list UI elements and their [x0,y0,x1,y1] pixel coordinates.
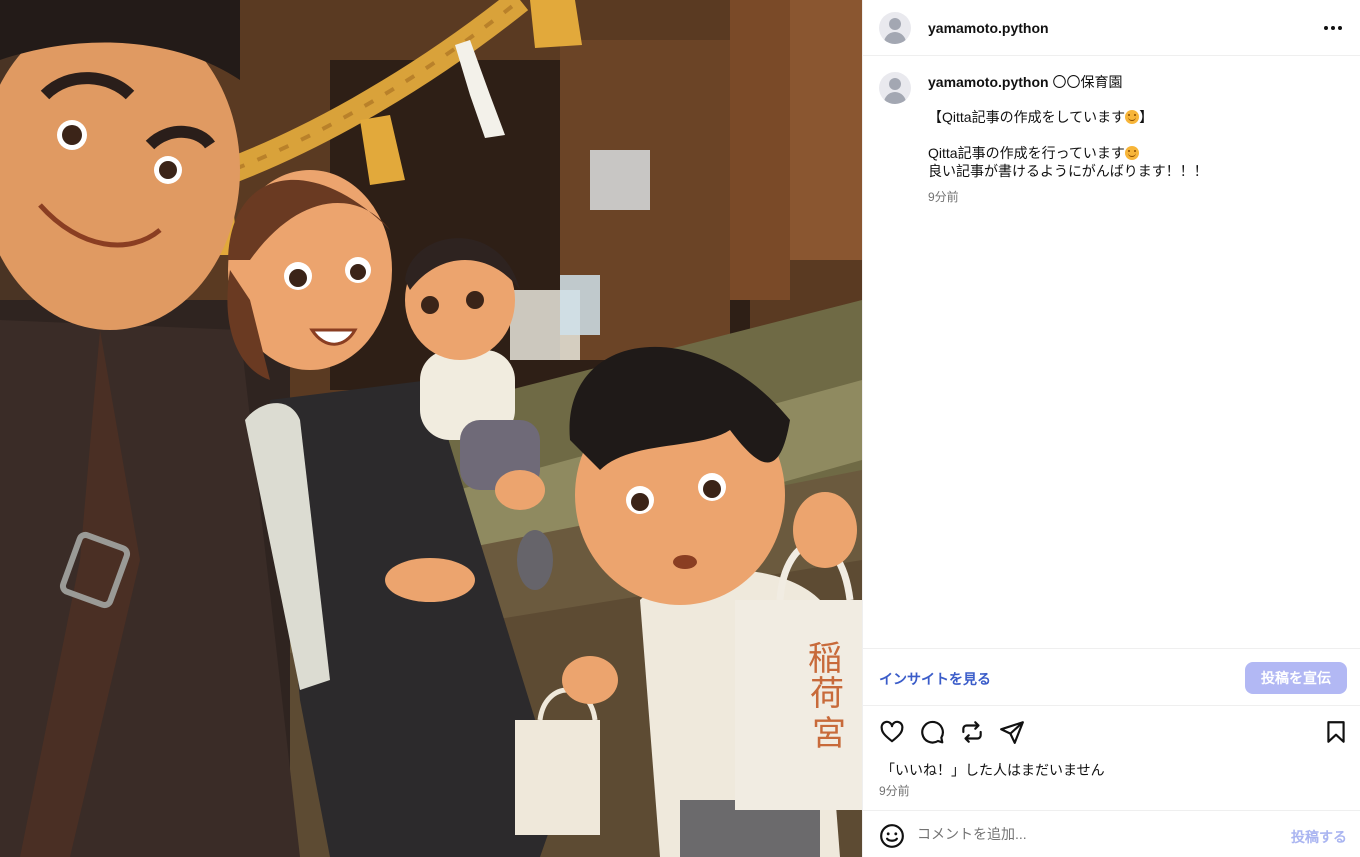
caption-line-2: Qitta記事の作成を行っています [928,145,1125,161]
promote-post-button[interactable]: 投稿を宣伝 [1245,662,1347,694]
smiling-face-emoji-icon [1125,110,1140,124]
emoji-picker-icon[interactable] [879,823,905,849]
post-caption: yamamoto.python 〇〇保育園 【Qitta記事の作成をしています】… [879,72,1349,205]
view-insights-link[interactable]: インサイトを見る [879,669,991,689]
post-comment-button[interactable]: 投稿する [1291,827,1347,847]
caption-line-1-end: 】 [1139,109,1154,125]
caption-line-3: 良い記事が書けるようにがんばります！！！ [928,163,1208,179]
svg-text:荷: 荷 [810,674,844,714]
svg-text:稲: 稲 [808,639,842,679]
caption-username[interactable]: yamamoto.python [928,74,1049,90]
caption-timestamp[interactable]: 9分前 [928,188,1338,205]
svg-text:宮: 宮 [812,714,846,754]
caption-location[interactable]: 〇〇保育園 [1052,74,1122,90]
share-icon[interactable] [999,719,1025,745]
post-image[interactable]: 稲 荷 宮 [0,0,862,857]
avatar[interactable] [879,11,911,44]
action-bar [863,714,1360,750]
more-horizontal-icon[interactable] [1321,18,1345,38]
post-header: yamamoto.python [863,0,1360,56]
repost-icon[interactable] [959,719,985,745]
heart-icon[interactable] [879,719,905,745]
post-timestamp[interactable]: 9分前 [879,782,910,799]
comment-input[interactable] [917,821,1257,847]
bookmark-icon[interactable] [1323,719,1349,745]
comment-bar: 投稿する [863,810,1360,857]
caption-avatar[interactable] [879,72,911,104]
caption-text: 【Qitta記事の作成をしています】 Qitta記事の作成を行っています 良い記… [928,108,1338,180]
post-detail-panel: yamamoto.python yamamoto.python 〇〇保育園 【Q… [862,0,1360,857]
likes-summary: 「いいね！」した人はまだいません [881,762,1105,778]
insights-bar: インサイトを見る 投稿を宣伝 [863,648,1360,706]
post-username[interactable]: yamamoto.python [928,20,1049,36]
caption-line-1: 【Qitta記事の作成をしています [928,109,1126,125]
comment-icon[interactable] [919,719,945,745]
smiling-face-emoji-icon [1124,146,1139,160]
family-shrine-illustration: 稲 荷 宮 [0,0,862,857]
